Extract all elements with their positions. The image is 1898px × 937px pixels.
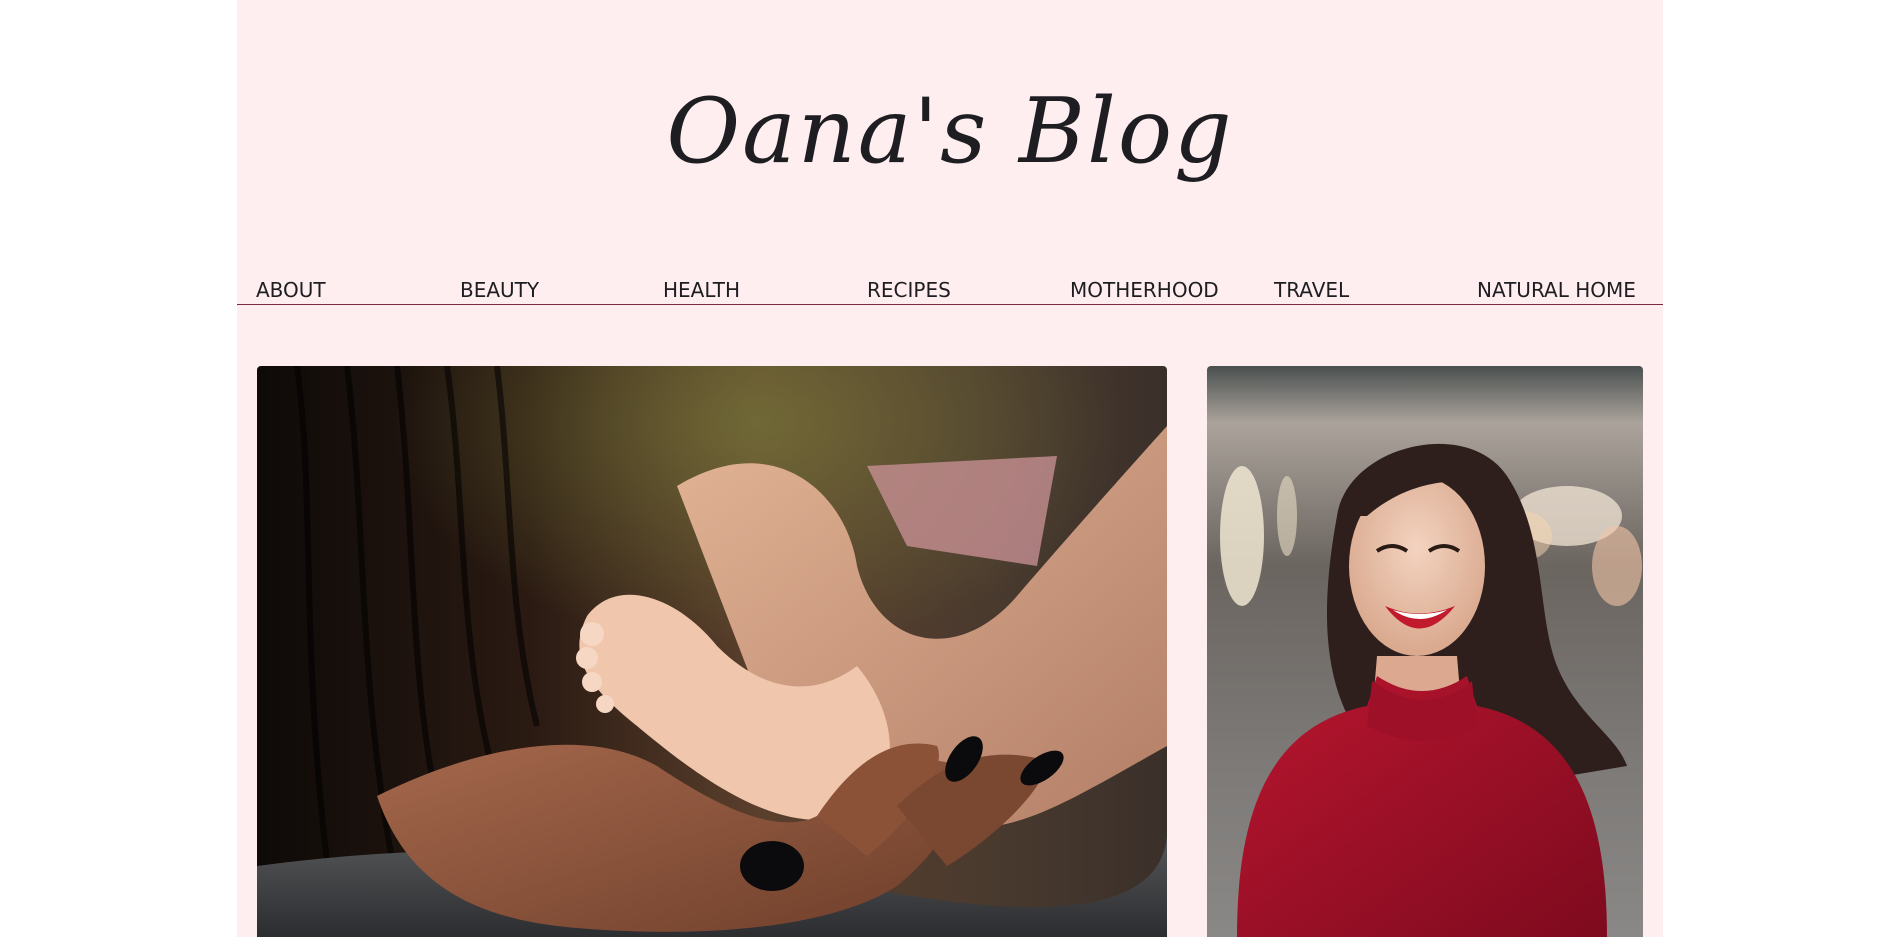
site-title[interactable]: Oana's Blog [237, 62, 1663, 202]
nav-item-natural-home[interactable]: NATURAL HOME [1477, 278, 1636, 302]
nav-item-travel[interactable]: TRAVEL [1274, 278, 1349, 302]
smiling-woman-photo [1207, 366, 1643, 937]
nav-item-motherhood[interactable]: MOTHERHOOD [1070, 278, 1219, 302]
featured-post-image[interactable] [257, 366, 1167, 937]
nav-item-health[interactable]: HEALTH [663, 278, 740, 302]
side-post-image[interactable] [1207, 366, 1643, 937]
nav-item-about[interactable]: ABOUT [256, 278, 326, 302]
nav-item-recipes[interactable]: RECIPES [867, 278, 951, 302]
baby-feet-photo [257, 366, 1167, 937]
page-container: Oana's Blog ABOUT BEAUTY HEALTH RECIPES … [237, 0, 1663, 937]
nav-item-beauty[interactable]: BEAUTY [460, 278, 539, 302]
main-nav: ABOUT BEAUTY HEALTH RECIPES MOTHERHOOD T… [237, 276, 1663, 305]
